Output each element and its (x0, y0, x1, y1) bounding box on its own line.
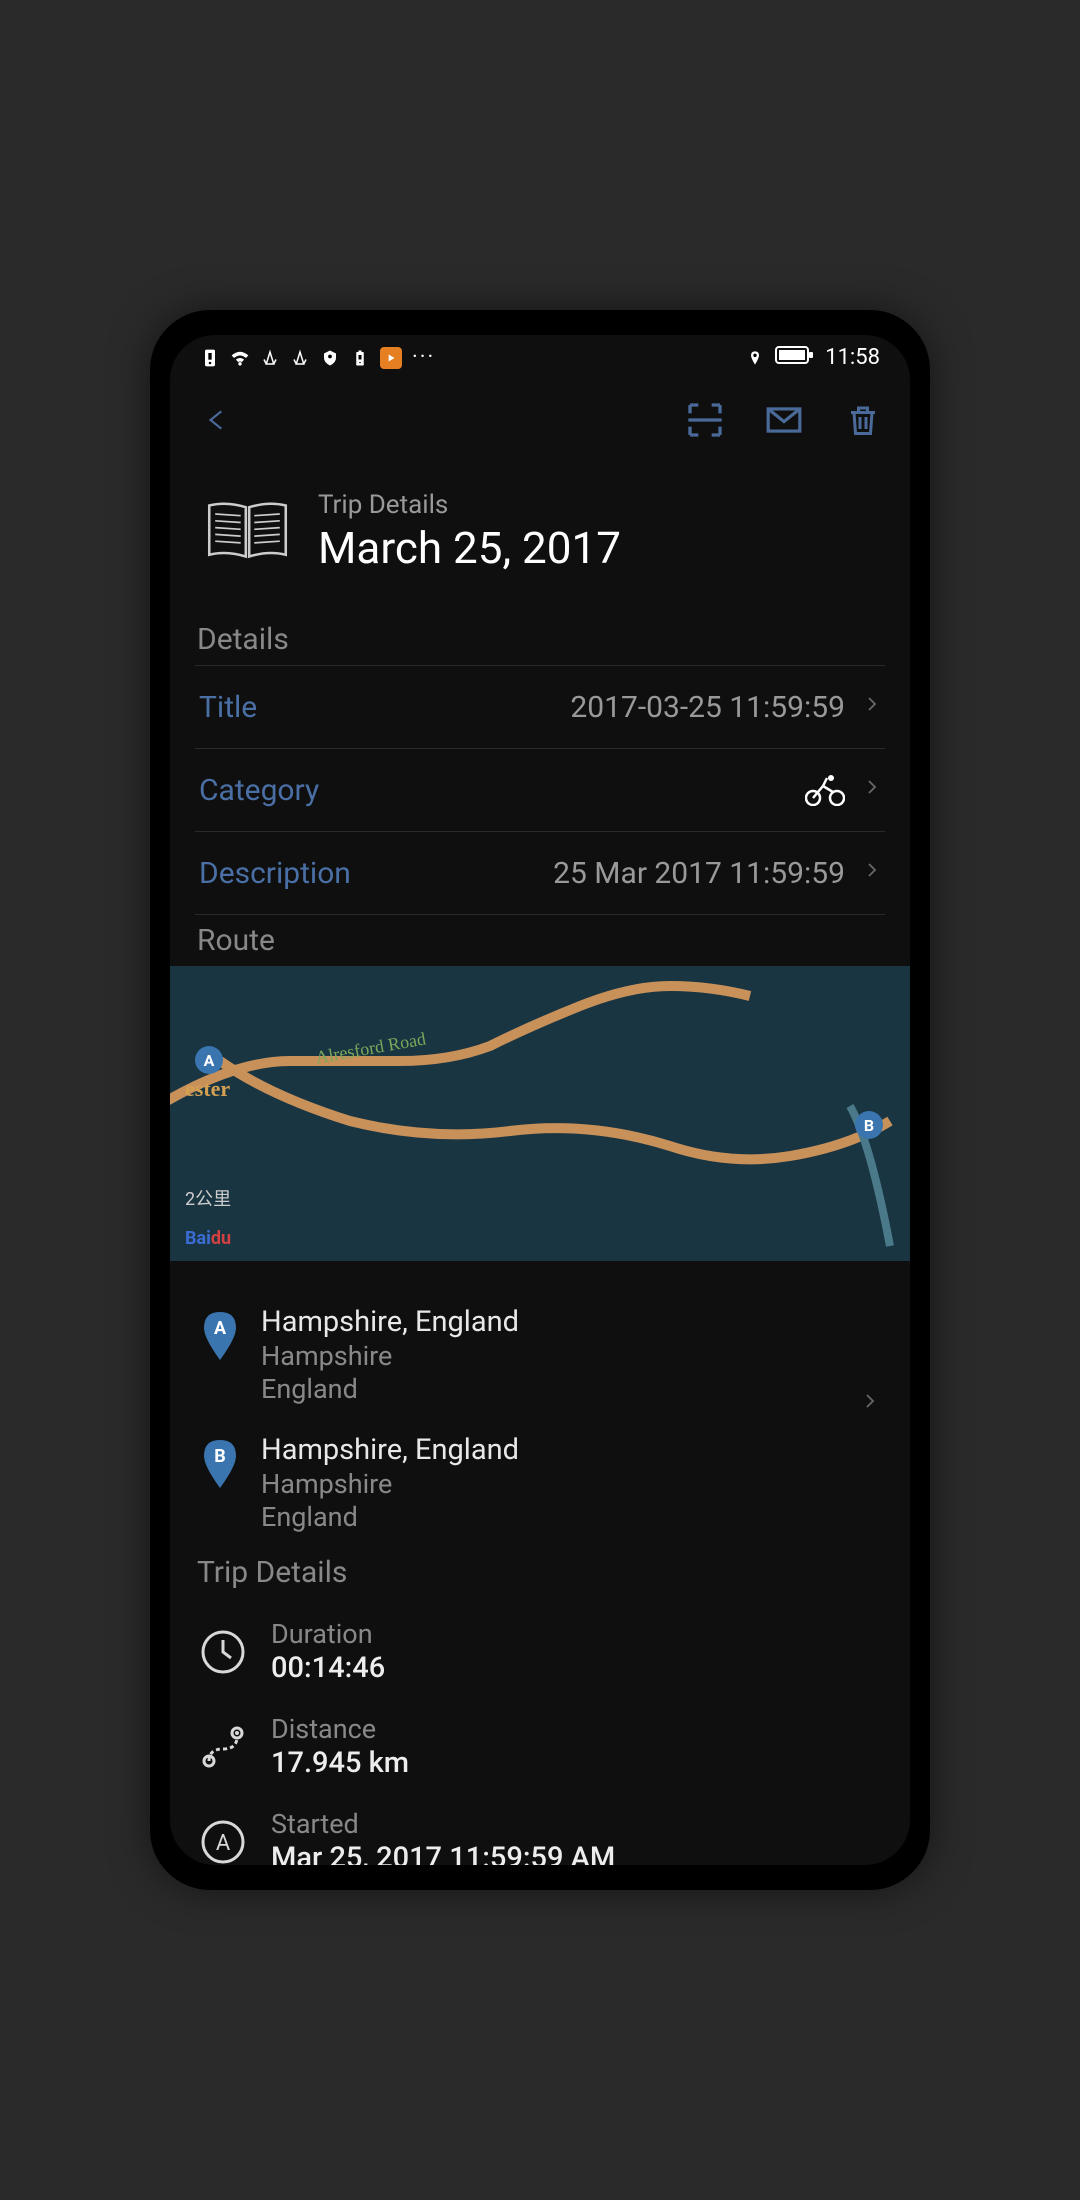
scan-button[interactable] (683, 398, 727, 442)
alert-icon (200, 348, 220, 368)
distance-icon (199, 1723, 247, 1771)
status-bar: ··· 11:58 (170, 335, 910, 380)
chevron-right-icon (861, 1385, 879, 1423)
title-label: Title (199, 690, 257, 725)
route-b-region: Hampshire (261, 1468, 519, 1500)
route-a-title: Hampshire, England (261, 1305, 519, 1339)
started-label: Started (271, 1808, 615, 1840)
header-subtitle: Trip Details (318, 490, 621, 520)
route-list[interactable]: A Hampshire, England Hampshire England B… (195, 1261, 885, 1547)
more-icon: ··· (412, 345, 435, 370)
description-row[interactable]: Description 25 Mar 2017 11:59:59 (195, 832, 885, 915)
status-bar-right: 11:58 (745, 345, 880, 371)
svg-text:B: B (214, 1446, 226, 1467)
section-details-label: Details (195, 614, 885, 666)
chevron-right-icon (863, 771, 881, 809)
signal-icon-1 (260, 348, 280, 368)
phone-frame: ··· 11:58 (150, 310, 930, 1890)
signal-icon-2 (290, 348, 310, 368)
map-marker-a: A (195, 1046, 223, 1074)
duration-label: Duration (271, 1618, 385, 1650)
route-a-country: England (261, 1373, 519, 1405)
category-label: Category (199, 773, 319, 808)
content: Trip Details March 25, 2017 Details Titl… (170, 460, 910, 1865)
distance-label: Distance (271, 1713, 409, 1745)
svg-text:A: A (216, 1831, 231, 1856)
route-item-a: A Hampshire, England Hampshire England (195, 1291, 885, 1419)
back-button[interactable] (195, 398, 239, 442)
map-marker-b: B (855, 1111, 883, 1139)
header-text: Trip Details March 25, 2017 (318, 490, 621, 574)
chevron-right-icon (863, 688, 881, 726)
wifi-icon (230, 348, 250, 368)
distance-value: 17.945 km (271, 1746, 409, 1780)
page-title: March 25, 2017 (318, 522, 621, 574)
cycling-icon (805, 774, 845, 806)
status-time: 11:58 (825, 345, 880, 370)
status-bar-left: ··· (200, 345, 435, 370)
svg-text:A: A (214, 1318, 227, 1339)
description-label: Description (199, 856, 351, 891)
location-icon (745, 348, 765, 368)
play-badge-icon (380, 347, 402, 369)
started-value: Mar 25, 2017 11:59:59 AM (271, 1841, 615, 1865)
mail-button[interactable] (762, 398, 806, 442)
book-icon (205, 497, 290, 567)
map-view[interactable]: Alresford Road ester A B 2公里 Baidu (170, 966, 910, 1261)
section-route-label: Route (195, 915, 885, 966)
title-row[interactable]: Title 2017-03-25 11:59:59 (195, 666, 885, 749)
route-a-region: Hampshire (261, 1340, 519, 1372)
route-b-country: England (261, 1501, 519, 1533)
clock-icon (199, 1628, 247, 1676)
battery-small-icon (350, 348, 370, 368)
started-row: A Started Mar 25, 2017 11:59:59 AM (195, 1794, 885, 1865)
route-b-title: Hampshire, England (261, 1433, 519, 1467)
trip-stats: Duration 00:14:46 Distance 17.945 km (195, 1598, 885, 1865)
map-attribution: Baidu (185, 1228, 231, 1249)
duration-row: Duration 00:14:46 (195, 1604, 885, 1699)
description-value: 25 Mar 2017 11:59:59 (553, 856, 845, 891)
route-item-b: B Hampshire, England Hampshire England (195, 1419, 885, 1547)
battery-icon (775, 345, 815, 371)
start-icon: A (199, 1818, 247, 1866)
duration-value: 00:14:46 (271, 1651, 385, 1685)
delete-button[interactable] (841, 398, 885, 442)
pin-b-icon: B (199, 1438, 241, 1490)
top-nav (170, 380, 910, 460)
pin-a-icon: A (199, 1310, 241, 1362)
section-trip-details-label: Trip Details (195, 1547, 885, 1598)
map-scale: 2公里 (185, 1185, 231, 1211)
distance-row: Distance 17.945 km (195, 1699, 885, 1794)
title-value: 2017-03-25 11:59:59 (570, 690, 845, 725)
shield-icon (320, 348, 340, 368)
category-row[interactable]: Category (195, 749, 885, 832)
screen: ··· 11:58 (170, 335, 910, 1865)
page-header: Trip Details March 25, 2017 (195, 460, 885, 614)
chevron-right-icon (863, 854, 881, 892)
map-city-label: ester (185, 1076, 230, 1102)
nav-actions (683, 398, 885, 442)
